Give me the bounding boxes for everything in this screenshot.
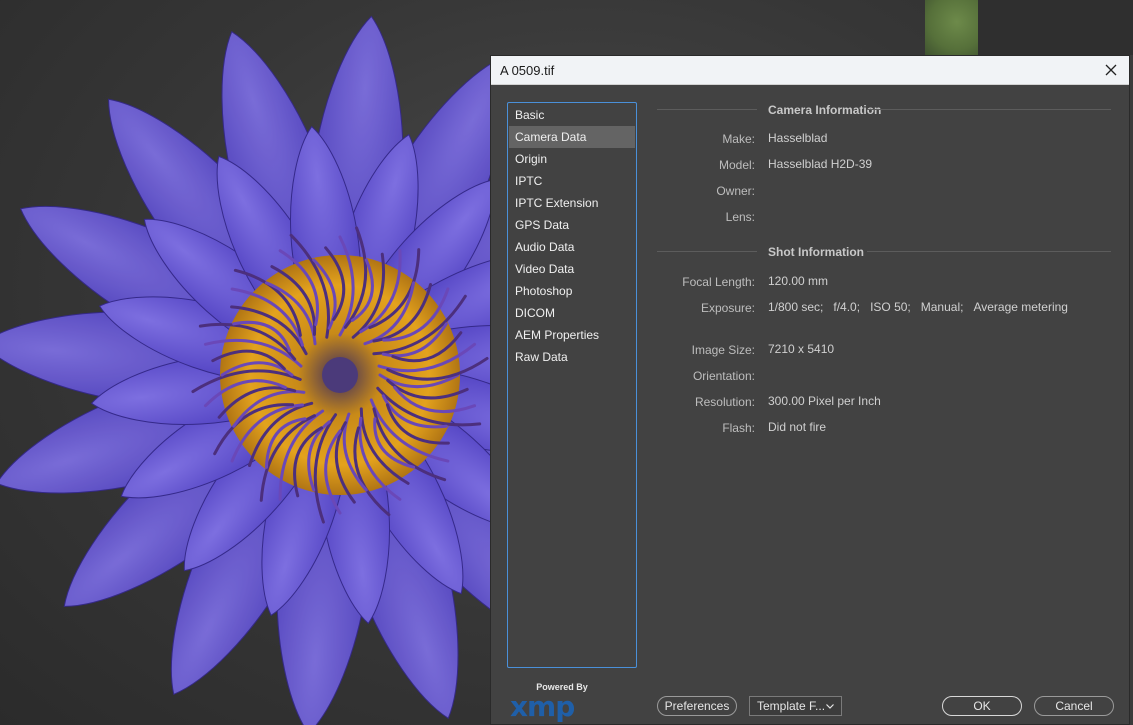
category-item-basic[interactable]: Basic xyxy=(509,104,635,126)
model-value: Hasselblad H2D-39 xyxy=(768,157,873,171)
chevron-down-icon xyxy=(826,704,834,709)
category-list[interactable]: Basic Camera Data Origin IPTC IPTC Exten… xyxy=(507,102,637,668)
image-size-label: Image Size: xyxy=(691,343,755,357)
close-button[interactable] xyxy=(1099,59,1123,81)
lens-label: Lens: xyxy=(725,210,755,224)
cancel-button[interactable]: Cancel xyxy=(1034,696,1114,716)
section-divider xyxy=(867,251,1111,252)
flash-value: Did not fire xyxy=(768,420,827,434)
category-item-iptc[interactable]: IPTC xyxy=(509,170,635,192)
category-item-photoshop[interactable]: Photoshop xyxy=(509,280,635,302)
window-title: A 0509.tif xyxy=(500,63,555,78)
camera-information-section: Camera Information xyxy=(657,103,1111,117)
category-item-raw-data[interactable]: Raw Data xyxy=(509,346,635,368)
ok-button[interactable]: OK xyxy=(942,696,1022,716)
file-info-dialog: A 0509.tif Basic Camera Data Origin IPTC… xyxy=(490,55,1130,725)
exposure-mode: Manual; xyxy=(920,300,964,314)
xmp-logo: Powered By xmp xyxy=(509,681,588,723)
focal-length-label: Focal Length: xyxy=(682,275,755,289)
flash-label: Flash: xyxy=(722,421,755,435)
exposure-iso: ISO 50; xyxy=(870,300,911,314)
model-label: Model: xyxy=(718,158,755,172)
template-dropdown-value: Template F... xyxy=(757,699,826,713)
exposure-aperture: f/4.0; xyxy=(833,300,861,314)
exposure-value: 1/800 sec; f/4.0; ISO 50; Manual; Average me… xyxy=(768,300,1068,314)
preferences-button[interactable]: Preferences xyxy=(657,696,737,716)
category-item-camera-data[interactable]: Camera Data xyxy=(509,126,635,148)
focal-length-value: 120.00 mm xyxy=(768,274,829,288)
make-label: Make: xyxy=(722,132,755,146)
section-divider xyxy=(657,251,757,252)
template-dropdown[interactable]: Template F... xyxy=(749,696,842,716)
orientation-label: Orientation: xyxy=(692,369,755,383)
resolution-value: 300.00 Pixel per Inch xyxy=(768,394,881,408)
background-photo-edge xyxy=(978,0,1133,55)
category-item-gps-data[interactable]: GPS Data xyxy=(509,214,635,236)
shot-information-heading: Shot Information xyxy=(768,245,864,259)
category-item-audio-data[interactable]: Audio Data xyxy=(509,236,635,258)
exposure-metering: Average metering xyxy=(973,300,1068,314)
resolution-label: Resolution: xyxy=(694,395,755,409)
image-size-value: 7210 x 5410 xyxy=(768,342,835,356)
camera-information-heading: Camera Information xyxy=(768,103,882,117)
owner-label: Owner: xyxy=(716,184,755,198)
xmp-logo-text: xmp xyxy=(510,690,575,723)
title-bar: A 0509.tif xyxy=(491,56,1129,85)
shot-information-section: Shot Information xyxy=(657,245,1111,259)
category-item-dicom[interactable]: DICOM xyxy=(509,302,635,324)
section-divider xyxy=(657,109,757,110)
background-leaf xyxy=(925,0,978,55)
category-item-video-data[interactable]: Video Data xyxy=(509,258,635,280)
section-divider xyxy=(867,109,1111,110)
close-icon xyxy=(1105,64,1117,76)
exposure-label: Exposure: xyxy=(700,301,755,315)
category-item-origin[interactable]: Origin xyxy=(509,148,635,170)
category-item-aem-properties[interactable]: AEM Properties xyxy=(509,324,635,346)
exposure-shutter: 1/800 sec; xyxy=(768,300,824,314)
make-value: Hasselblad xyxy=(768,131,828,145)
category-item-iptc-extension[interactable]: IPTC Extension xyxy=(509,192,635,214)
